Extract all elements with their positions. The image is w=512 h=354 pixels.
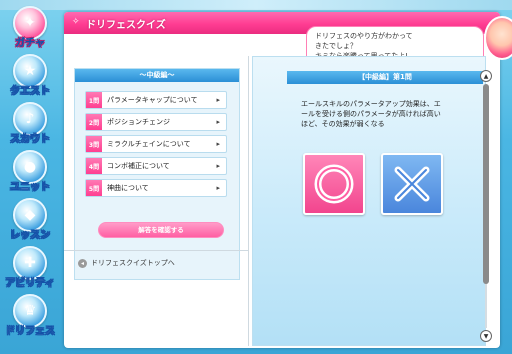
side-nav: ✦ ガチャ ★ クエスト ♪ スカウト ● ユニット ◆ レッスン ✚ アビリテ…	[0, 0, 60, 354]
cross-icon	[394, 166, 430, 202]
nav-gacha[interactable]: ✦ ガチャ	[4, 4, 56, 50]
quiz-window: ✧ ドリフェスクイズ ドリフェスのやり方がわかって きたでしょ？ キミなら楽勝っ…	[64, 12, 512, 348]
nav-unit-label: ユニット	[10, 182, 50, 193]
question-item-3[interactable]: 3問 ミラクルチェインについて ▸	[85, 135, 227, 153]
bubble-line: ドリフェスのやり方がわかって	[315, 32, 413, 40]
back-link-label: ドリフェスクイズトップへ	[91, 259, 175, 267]
question-label: コンボ補正について	[107, 162, 170, 170]
nav-quest[interactable]: ★ クエスト	[4, 52, 56, 98]
question-label: ミラクルチェインについて	[107, 140, 191, 148]
nav-quest-label: クエスト	[10, 86, 50, 97]
nav-drifes[interactable]: ♛ ドリフェス	[4, 292, 56, 338]
chevron-right-icon: ▸	[216, 140, 220, 148]
question-text-line: ほど、その効果が弱くなる	[301, 120, 385, 128]
question-label: 神曲について	[107, 184, 149, 192]
answer-false-button[interactable]	[381, 153, 443, 215]
nav-ability[interactable]: ✚ アビリティ	[4, 244, 56, 290]
question-number: 2問	[86, 114, 102, 130]
question-text: エールスキルのパラメータアップ効果は、エ ールを受ける側のパラメータが高ければ高…	[301, 99, 471, 129]
question-number: 5問	[86, 180, 102, 196]
question-label: ポジションチェンジ	[107, 118, 170, 126]
chevron-right-icon: ▸	[216, 118, 220, 126]
question-panel: 【中級編】第1問 エールスキルのパラメータアップ効果は、エ ールを受ける側のパラ…	[252, 56, 486, 346]
nav-gacha-label: ガチャ	[15, 38, 45, 49]
question-number: 1問	[86, 92, 102, 108]
nav-scout-label: スカウト	[10, 134, 50, 145]
question-text-line: ールを受ける側のパラメータが高ければ高い	[301, 110, 441, 118]
divider	[64, 250, 248, 251]
title-deco-icon: ✧	[72, 17, 80, 27]
question-item-5[interactable]: 5問 神曲について ▸	[85, 179, 227, 197]
vertical-divider	[248, 56, 249, 346]
bubble-line: きたでしょ？	[315, 42, 357, 50]
scroll-thumb[interactable]	[483, 84, 489, 284]
scroll-up-icon[interactable]: ▲	[480, 70, 492, 82]
question-list-panel: ～中級編～ 1問 パラメータキャップについて ▸ 2問 ポジションチェンジ ▸ …	[74, 68, 240, 280]
nav-ability-label: アビリティ	[5, 278, 55, 289]
nav-lesson[interactable]: ◆ レッスン	[4, 196, 56, 242]
question-list-header: ～中級編～	[75, 69, 239, 82]
scroll-down-icon[interactable]: ▼	[480, 330, 492, 342]
character-avatar	[484, 16, 512, 60]
nav-drifes-label: ドリフェス	[5, 326, 55, 337]
top-strip	[0, 0, 512, 10]
chevron-right-icon: ▸	[216, 162, 220, 170]
nav-unit[interactable]: ● ユニット	[4, 148, 56, 194]
question-item-1[interactable]: 1問 パラメータキャップについて ▸	[85, 91, 227, 109]
scrollbar[interactable]: ▲ ▼	[480, 70, 492, 346]
question-number: 3問	[86, 136, 102, 152]
confirm-answers-button[interactable]: 解答を確認する	[98, 222, 224, 238]
question-item-4[interactable]: 4問 コンボ補正について ▸	[85, 157, 227, 175]
window-title: ドリフェスクイズ	[86, 20, 166, 31]
nav-lesson-label: レッスン	[10, 230, 50, 241]
chevron-right-icon: ▸	[216, 96, 220, 104]
question-item-2[interactable]: 2問 ポジションチェンジ ▸	[85, 113, 227, 131]
arrow-left-icon: ◂	[78, 258, 87, 268]
circle-icon	[314, 164, 354, 204]
question-label: パラメータキャップについて	[107, 96, 198, 104]
nav-scout[interactable]: ♪ スカウト	[4, 100, 56, 146]
question-header: 【中級編】第1問	[287, 71, 483, 84]
chevron-right-icon: ▸	[216, 184, 220, 192]
answer-true-button[interactable]	[303, 153, 365, 215]
question-number: 4問	[86, 158, 102, 174]
back-to-quiz-top-link[interactable]: ◂ ドリフェスクイズトップへ	[78, 258, 175, 268]
question-text-line: エールスキルのパラメータアップ効果は、エ	[301, 100, 441, 108]
